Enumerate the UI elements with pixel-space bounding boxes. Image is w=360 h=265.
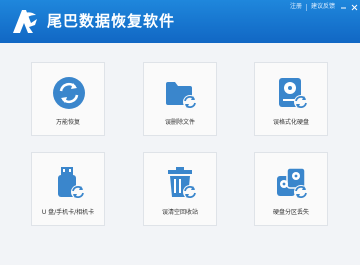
card-label: 误删除文件 xyxy=(164,119,195,126)
link-divider xyxy=(305,3,307,11)
universal-recovery-icon xyxy=(53,77,85,109)
deleted-files-card[interactable]: 误删除文件 xyxy=(143,62,217,136)
formatted-disk-card[interactable]: 误格式化硬盘 xyxy=(254,62,328,136)
register-link[interactable]: 注册 xyxy=(287,0,305,14)
card-label: 万能恢复 xyxy=(55,119,80,126)
minimize-button[interactable] xyxy=(338,0,349,14)
title-bar: 尾巴数据恢复软件 注册 建议反馈 xyxy=(0,0,360,43)
hard-disk-recovery-icon xyxy=(279,78,308,109)
usb-drive-icon xyxy=(58,167,85,199)
app-title: 尾巴数据恢复软件 xyxy=(47,12,176,30)
minimize-icon xyxy=(341,7,346,8)
top-links: 注册 建议反馈 xyxy=(287,0,360,14)
main-panel: 万能恢复 误删除文件 误格式化硬盘 U 盘/手机卡/相机卡 误清空回收站 硬盘分… xyxy=(0,43,360,265)
trash-can-icon xyxy=(168,167,197,199)
close-icon xyxy=(351,4,358,10)
card-label: 误清空回收站 xyxy=(161,209,198,216)
universal-recovery-card[interactable]: 万能恢复 xyxy=(31,62,105,136)
partition-disks-icon xyxy=(277,167,308,199)
usb-card-recovery-card[interactable]: U 盘/手机卡/相机卡 xyxy=(31,152,105,226)
folder-recovery-icon xyxy=(166,82,197,109)
close-button[interactable] xyxy=(349,0,360,14)
app-logo-icon xyxy=(13,10,37,33)
recycle-bin-card[interactable]: 误清空回收站 xyxy=(143,152,217,226)
card-label: 硬盘分区丢失 xyxy=(272,209,309,216)
lost-partition-card[interactable]: 硬盘分区丢失 xyxy=(254,152,328,226)
card-label: 误格式化硬盘 xyxy=(272,119,309,126)
feedback-link[interactable]: 建议反馈 xyxy=(308,0,338,14)
card-label: U 盘/手机卡/相机卡 xyxy=(41,209,95,216)
